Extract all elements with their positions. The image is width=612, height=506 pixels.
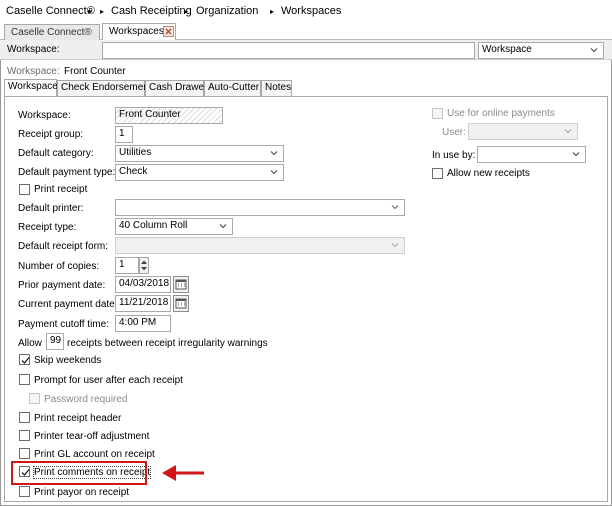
workspace-type-value: Workspace: [482, 44, 532, 55]
printer-tearoff-checkbox[interactable]: [19, 430, 30, 441]
chevron-down-icon: [571, 149, 581, 159]
skip-weekends-label: Skip weekends: [34, 355, 102, 366]
workspace-search-label: Workspace:: [7, 44, 60, 55]
print-receipt-label: Print receipt: [34, 184, 88, 195]
copies-field[interactable]: 1: [115, 257, 139, 274]
chevron-down-icon: [589, 45, 599, 55]
chevron-down-icon: [269, 148, 279, 158]
print-payor-checkbox[interactable]: [19, 486, 30, 497]
receipt-type-label: Receipt type:: [18, 222, 77, 233]
workspace-field[interactable]: Front Counter: [115, 107, 223, 124]
workspace-label: Workspace:: [18, 110, 71, 121]
allow-count-field[interactable]: 99: [46, 333, 64, 350]
chevron-down-icon: [269, 167, 279, 177]
online-payments-label: Use for online payments: [447, 108, 555, 119]
allow-prefix: Allow: [18, 338, 42, 349]
print-payor-label: Print payor on receipt: [34, 487, 130, 498]
password-required-label: Password required: [44, 394, 128, 405]
print-gl-account-label: Print GL account on receipt: [34, 449, 155, 460]
tab-check-endorsement[interactable]: Check Endorsement: [57, 80, 152, 96]
receipt-type-select[interactable]: 40 Column Roll: [115, 218, 233, 235]
default-category-value: Utilities: [119, 147, 152, 158]
default-payment-type-select[interactable]: Check: [115, 164, 284, 181]
password-required-checkbox[interactable]: [29, 393, 40, 404]
default-category-label: Default category:: [18, 148, 94, 159]
breadcrumb: Caselle Connect® ▸ ▸ Cash Receipting ▸ O…: [0, 0, 612, 22]
online-payments-checkbox[interactable]: [432, 108, 443, 119]
print-gl-account-checkbox[interactable]: [19, 448, 30, 459]
chevron-down-icon: [390, 240, 400, 250]
allow-new-receipts-label: Allow new receipts: [447, 168, 530, 179]
workspace-type-select[interactable]: Workspace: [478, 42, 604, 59]
prompt-user-label: Prompt for user after each receipt: [34, 375, 183, 386]
print-receipt-checkbox[interactable]: [19, 184, 30, 195]
highlight-box: [11, 461, 147, 485]
tab-notes[interactable]: Notes: [261, 80, 292, 96]
default-payment-type-value: Check: [119, 166, 148, 177]
arrow-left-icon: [162, 465, 204, 481]
check-icon: [21, 357, 30, 364]
breadcrumb-separator-icon: ▸: [184, 7, 189, 16]
chevron-down-icon: [563, 126, 573, 136]
workspace-search-input[interactable]: [102, 42, 475, 59]
in-use-by-select[interactable]: [477, 146, 586, 163]
tab-cash-drawer[interactable]: Cash Drawer: [145, 80, 207, 96]
default-payment-type-label: Default payment type:: [18, 167, 116, 178]
cutoff-field[interactable]: 4:00 PM: [115, 315, 171, 332]
tab-label: Workspaces: [109, 26, 164, 37]
receipt-group-label: Receipt group:: [18, 129, 84, 140]
copies-label: Number of copies:: [18, 261, 100, 272]
prompt-user-checkbox[interactable]: [19, 374, 30, 385]
breadcrumb-separator-icon: ▸: [270, 7, 275, 16]
header-workspace-label: Workspace:: [7, 66, 60, 77]
default-printer-label: Default printer:: [18, 203, 84, 214]
breadcrumb-page[interactable]: Workspaces: [281, 5, 341, 17]
in-use-by-label: In use by:: [432, 150, 476, 161]
copies-stepper[interactable]: [139, 257, 149, 274]
receipt-type-value: 40 Column Roll: [119, 220, 188, 231]
stepper-arrows-icon: [141, 260, 147, 271]
print-receipt-header-label: Print receipt header: [34, 413, 122, 424]
tab-auto-cutter[interactable]: Auto-Cutter: [204, 80, 261, 96]
prior-payment-date-field[interactable]: 04/03/2018: [115, 276, 171, 293]
receipt-group-field[interactable]: 1: [115, 126, 133, 143]
header-workspace-value: Front Counter: [64, 66, 126, 77]
chevron-down-icon: [390, 202, 400, 212]
chevron-down-icon: [218, 221, 228, 231]
breadcrumb-app[interactable]: Caselle Connect®: [6, 5, 95, 17]
breadcrumb-separator-icon: ▸: [100, 7, 105, 16]
allow-suffix: receipts between receipt irregularity wa…: [67, 338, 268, 349]
close-icon[interactable]: [163, 26, 174, 37]
tab-workspace[interactable]: Workspace: [4, 79, 58, 97]
workspace-search-bar: Workspace: Workspace: [0, 40, 612, 60]
allow-new-receipts-checkbox[interactable]: [432, 168, 443, 179]
skip-weekends-checkbox[interactable]: [19, 354, 30, 365]
calendar-icon[interactable]: [173, 295, 189, 312]
current-payment-date-label: Current payment date:: [18, 299, 118, 310]
cutoff-label: Payment cutoff time:: [18, 319, 109, 330]
user-label: User:: [442, 127, 466, 138]
breadcrumb-module[interactable]: Cash Receipting: [111, 5, 192, 17]
print-receipt-header-checkbox[interactable]: [19, 412, 30, 423]
default-receipt-form-select[interactable]: [115, 237, 405, 254]
default-printer-select[interactable]: [115, 199, 405, 216]
default-category-select[interactable]: Utilities: [115, 145, 284, 162]
current-payment-date-field[interactable]: 11/21/2018: [115, 295, 171, 312]
calendar-icon[interactable]: [173, 276, 189, 293]
default-receipt-form-label: Default receipt form:: [18, 241, 109, 252]
breadcrumb-section[interactable]: Organization: [196, 5, 258, 17]
tab-label: Caselle Connect®: [11, 27, 92, 38]
user-select[interactable]: [468, 123, 578, 140]
breadcrumb-separator-icon: ▸: [88, 7, 93, 16]
prior-payment-date-label: Prior payment date:: [18, 280, 106, 291]
tab-workspaces[interactable]: Workspaces: [102, 23, 176, 40]
printer-tearoff-label: Printer tear-off adjustment: [34, 431, 150, 442]
tab-caselle-connect[interactable]: Caselle Connect®: [4, 24, 100, 40]
